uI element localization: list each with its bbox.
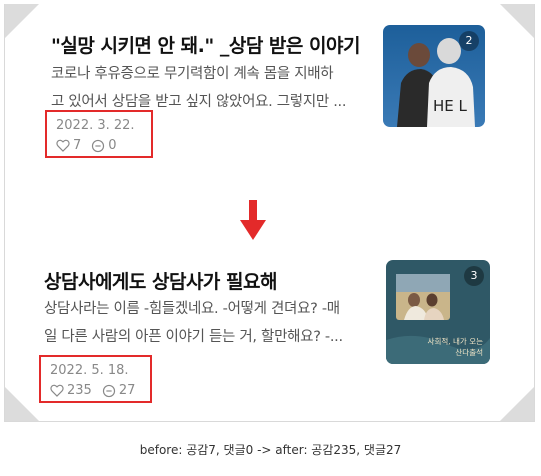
image-caption: before: 공감7, 댓글0 -> after: 공감235, 댓글27	[139, 443, 402, 457]
thumbnail-cover-text-line: 산다출석	[455, 348, 483, 357]
comment-count[interactable]: 0	[91, 138, 117, 153]
post-card-before[interactable]: "실망 시키면 안 돼." _상담 받은 이야기 코로나 후유증으로 무기력함이…	[5, 4, 536, 158]
speech-bubble-icon	[102, 384, 115, 397]
like-count-value: 235	[67, 383, 92, 398]
photo-count-badge: 2	[459, 31, 479, 51]
post-excerpt: 상담사라는 이름 -힘들겠네요. -어떻게 견뎌요? -매 일 다른 사람의 아…	[44, 295, 362, 351]
post-excerpt: 코로나 후유증으로 무기력함이 계속 몸을 지배하 고 있어서 상담을 받고 싶…	[51, 60, 369, 116]
highlight-box: 2022. 5. 18. 235 27	[39, 355, 152, 403]
highlight-box: 2022. 3. 22. 7 0	[45, 110, 153, 158]
excerpt-line: 코로나 후유증으로 무기력함이 계속 몸을 지배하	[51, 66, 334, 82]
comment-count-value: 0	[108, 138, 117, 153]
photo-count-badge: 3	[464, 266, 484, 286]
thumbnail-cover-text: 사회적, 내가 오는 산다출석	[428, 336, 483, 358]
thumbnail-cover-text-line: 사회적, 내가 오는	[427, 337, 483, 346]
post-thumbnail[interactable]: 3 사회적, 내가 오는 산다출석	[386, 260, 490, 364]
speech-bubble-icon	[92, 139, 105, 152]
excerpt-line: 일 다른 사람의 아픈 이야기 듣는 거, 할만해요? -...	[44, 329, 343, 345]
like-count[interactable]: 235	[50, 383, 92, 398]
post-date: 2022. 3. 22.	[56, 118, 135, 133]
like-count[interactable]: 7	[56, 138, 81, 153]
post-date: 2022. 5. 18.	[50, 363, 129, 378]
heart-outline-icon	[56, 139, 70, 152]
like-count-value: 7	[73, 138, 82, 153]
svg-text:HE L: HE L	[433, 97, 468, 115]
post-title[interactable]: 상담사에게도 상담사가 필요해	[44, 267, 364, 294]
comment-count[interactable]: 27	[102, 383, 136, 398]
comment-count-value: 27	[118, 383, 136, 398]
post-stats: 7 0	[56, 138, 127, 153]
down-arrow-icon	[240, 200, 266, 240]
post-title[interactable]: "실망 시키면 안 돼." _상담 받은 이야기	[51, 31, 371, 58]
post-thumbnail[interactable]: HE L 2	[383, 25, 485, 127]
screenshot-frame: "실망 시키면 안 돼." _상담 받은 이야기 코로나 후유증으로 무기력함이…	[4, 4, 535, 422]
heart-outline-icon	[50, 384, 64, 397]
excerpt-line: 상담사라는 이름 -힘들겠네요. -어떻게 견뎌요? -매	[44, 301, 340, 317]
post-stats: 235 27	[50, 383, 145, 398]
post-card-after[interactable]: 상담사에게도 상담사가 필요해 상담사라는 이름 -힘들겠네요. -어떻게 견뎌…	[5, 250, 536, 403]
